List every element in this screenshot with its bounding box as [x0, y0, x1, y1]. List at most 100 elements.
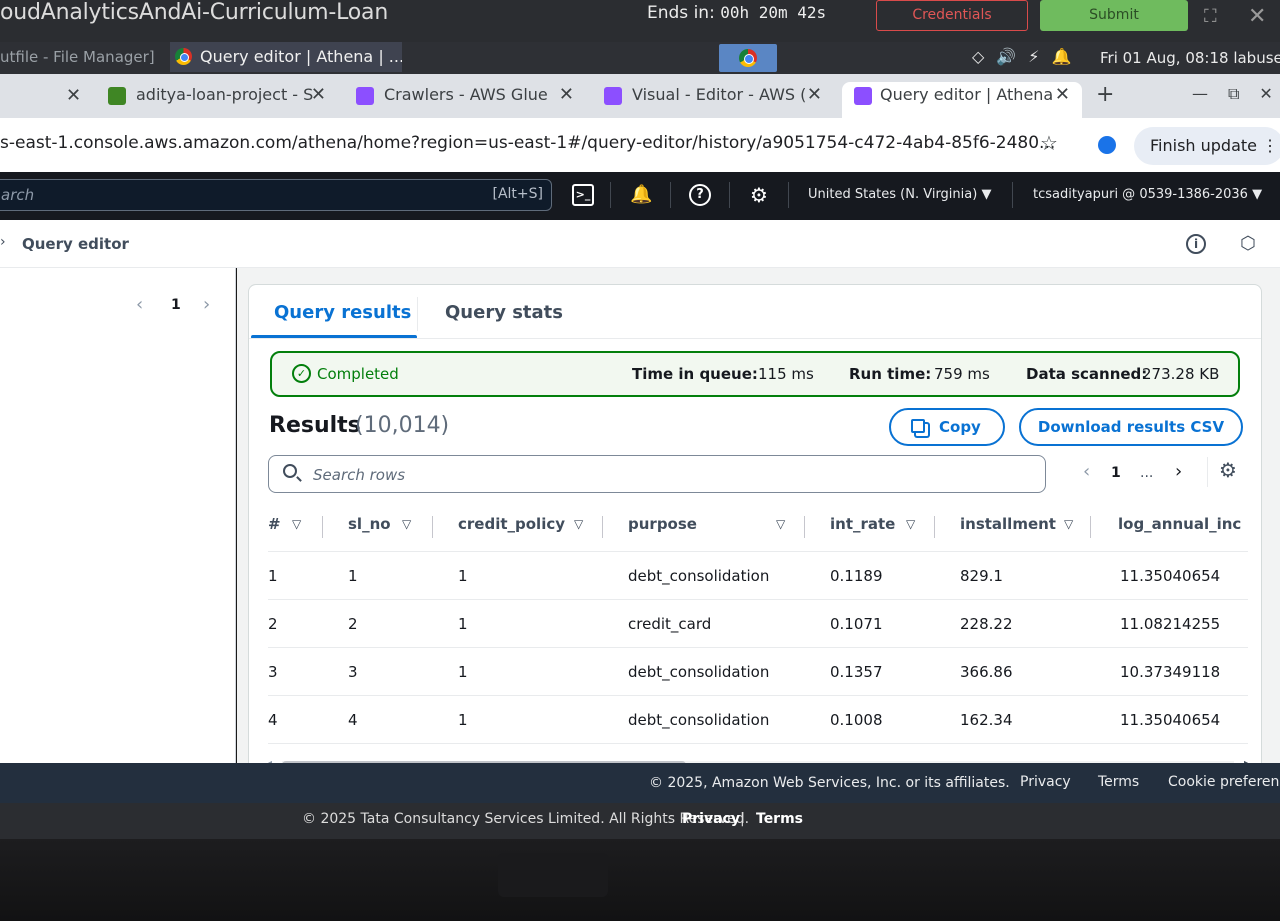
table-cell: credit_card [628, 615, 712, 633]
table-row[interactable]: 3 3 1 debt_consolidation 0.1357 366.86 10.3734… [268, 648, 1248, 696]
lab-timer-label: Ends in: [647, 3, 715, 23]
chevron-right-icon[interactable]: › [0, 234, 6, 250]
search-rows-placeholder: Search rows [313, 466, 406, 484]
sort-icon[interactable]: ▽ [906, 517, 915, 543]
copy-button[interactable]: Copy [889, 408, 1005, 446]
taskbar-chrome-launcher[interactable] [719, 44, 777, 72]
table-row[interactable]: 2 2 1 credit_card 0.1071 228.22 11.08214255 [268, 600, 1248, 648]
tab-label: aditya-loan-project - S [136, 85, 314, 104]
aws-privacy-link[interactable]: Privacy [1020, 774, 1071, 790]
tab-close-icon[interactable]: ✕ [66, 85, 81, 106]
os-taskbar: utfile - File Manager] Query editor | At… [0, 42, 1280, 74]
cookie-preferences-link[interactable]: Cookie preferences [1168, 774, 1280, 790]
table-row[interactable]: 1 1 1 debt_consolidation 0.1189 829.1 11.35040… [268, 552, 1248, 600]
left-panel-page-number[interactable]: 1 [171, 297, 181, 313]
tab-close-icon[interactable]: ✕ [1055, 84, 1070, 105]
finish-update-button[interactable]: Finish update ⋮ [1134, 127, 1280, 165]
page-ellipsis[interactable]: ... [1140, 465, 1153, 481]
lab-footer: © 2025 Tata Consultancy Services Limited… [0, 803, 1280, 839]
column-header-log-annual-inc[interactable]: log_annual_inc [1118, 515, 1241, 541]
tab-divider [417, 297, 418, 331]
column-header-label: purpose [628, 515, 697, 533]
column-header-label: log_annual_inc [1118, 515, 1242, 533]
table-row[interactable]: 4 4 1 debt_consolidation 0.1008 162.34 11.3504… [268, 696, 1248, 744]
aws-search-input[interactable]: arch [Alt+S] [0, 179, 552, 211]
nav-divider [788, 182, 789, 208]
table-cell: 11.08214255 [1120, 615, 1221, 633]
settings-gear-icon[interactable]: ⚙ [748, 184, 770, 206]
tab-close-icon[interactable]: ✕ [807, 84, 822, 105]
download-results-csv-button[interactable]: Download results CSV [1019, 408, 1243, 446]
aws-terms-link[interactable]: Terms [1098, 774, 1139, 790]
table-cell: 10.37349118 [1120, 663, 1221, 681]
table-settings-gear-icon[interactable]: ⚙ [1219, 458, 1237, 482]
search-rows-input[interactable]: Search rows [268, 455, 1046, 493]
tcs-terms-link[interactable]: Terms [756, 811, 803, 827]
column-divider[interactable] [934, 516, 935, 538]
chevron-left-icon[interactable]: ‹ [136, 294, 143, 315]
tcs-privacy-link[interactable]: Privacy [682, 811, 740, 827]
sort-icon[interactable]: ▽ [402, 517, 411, 543]
chevron-right-icon[interactable]: › [203, 294, 210, 315]
submit-button[interactable]: Submit [1040, 0, 1188, 31]
tab-close-icon[interactable]: ✕ [559, 84, 574, 105]
lab-timer-value: 00h 20m 42s [720, 3, 827, 22]
copy-button-label: Copy [939, 418, 981, 436]
sort-icon[interactable]: ▽ [776, 517, 785, 543]
window-controls[interactable]: —⧉✕ [1192, 84, 1280, 104]
table-cell: 4 [268, 711, 278, 729]
column-header-purpose[interactable]: purpose [628, 515, 697, 541]
breadcrumb-bar: › Query editor i ⬡ [0, 220, 1280, 268]
column-header-installment[interactable]: installment [960, 515, 1056, 541]
page-number[interactable]: 1 [1111, 465, 1121, 481]
column-divider[interactable] [432, 516, 433, 538]
column-divider[interactable] [804, 516, 805, 538]
expand-icon[interactable]: ⛶ [1204, 6, 1217, 27]
sort-icon[interactable]: ▽ [574, 517, 583, 543]
close-icon[interactable]: ✕ [1248, 4, 1266, 29]
time-in-queue-value: 115 ms [758, 365, 814, 383]
tab-visual-editor[interactable]: Visual - Editor - AWS ( ✕ [604, 82, 826, 118]
taskbar-chrome-window[interactable]: Query editor | Athena | ... [170, 42, 402, 72]
credentials-button[interactable]: Credentials [876, 0, 1028, 31]
query-status-banner: ✓ Completed Time in queue: 115 ms Run ti… [270, 351, 1240, 397]
column-header-credit-policy[interactable]: credit_policy [458, 515, 565, 541]
column-divider[interactable] [322, 516, 323, 538]
column-divider[interactable] [602, 516, 603, 538]
column-header-int-rate[interactable]: int_rate [830, 515, 895, 541]
column-header-index[interactable]: # [268, 515, 281, 541]
account-menu[interactable]: tcsadityapuri @ 0539-1386-2036 ▼ [1033, 187, 1262, 202]
tab-crawlers-glue[interactable]: Crawlers - AWS Glue ✕ [356, 82, 578, 118]
chevron-right-icon[interactable]: › [1175, 461, 1182, 482]
tray-icons[interactable]: ◇🔊⚡🔔 [972, 47, 1083, 66]
notifications-bell-icon[interactable]: 🔔 [630, 184, 652, 206]
bookmark-star-icon[interactable]: ☆ [1040, 131, 1058, 155]
sort-icon[interactable]: ▽ [1064, 517, 1073, 543]
cloudshell-icon[interactable]: >_ [572, 184, 594, 206]
help-icon[interactable]: ? [689, 184, 711, 206]
info-icon[interactable]: i [1186, 234, 1206, 254]
athena-icon [854, 87, 872, 105]
aws-search-placeholder: arch [1, 186, 35, 204]
tab-aditya-loan-project[interactable]: aditya-loan-project - S ✕ [108, 82, 330, 118]
tab-query-editor-athena[interactable]: Query editor | Athena ✕ [842, 82, 1082, 118]
column-header-sl-no[interactable]: sl_no [348, 515, 391, 541]
new-tab-button[interactable]: + [1096, 82, 1114, 107]
time-in-queue-label: Time in queue: [632, 365, 758, 383]
aws-copyright: © 2025, Amazon Web Services, Inc. or its… [649, 775, 1010, 791]
region-selector[interactable]: United States (N. Virginia) ▼ [808, 187, 991, 202]
column-divider[interactable] [1090, 516, 1091, 538]
tab-query-stats[interactable]: Query stats [445, 302, 563, 323]
sort-icon[interactable]: ▽ [292, 517, 301, 543]
tab-query-results[interactable]: Query results [274, 302, 411, 323]
table-cell: 162.34 [960, 711, 1013, 729]
chevron-left-icon[interactable]: ‹ [1083, 461, 1090, 482]
table-cell: 11.35040654 [1120, 711, 1221, 729]
aws-footer: © 2025, Amazon Web Services, Inc. or its… [0, 763, 1280, 803]
url-field[interactable]: s-east-1.console.aws.amazon.com/athena/h… [0, 133, 1055, 153]
profile-avatar-icon[interactable] [1098, 136, 1116, 154]
taskbar-file-manager[interactable]: utfile - File Manager] [0, 48, 155, 66]
column-header-label: int_rate [830, 515, 896, 533]
tab-close-icon[interactable]: ✕ [311, 84, 326, 105]
preferences-icon[interactable]: ⬡ [1240, 233, 1256, 254]
